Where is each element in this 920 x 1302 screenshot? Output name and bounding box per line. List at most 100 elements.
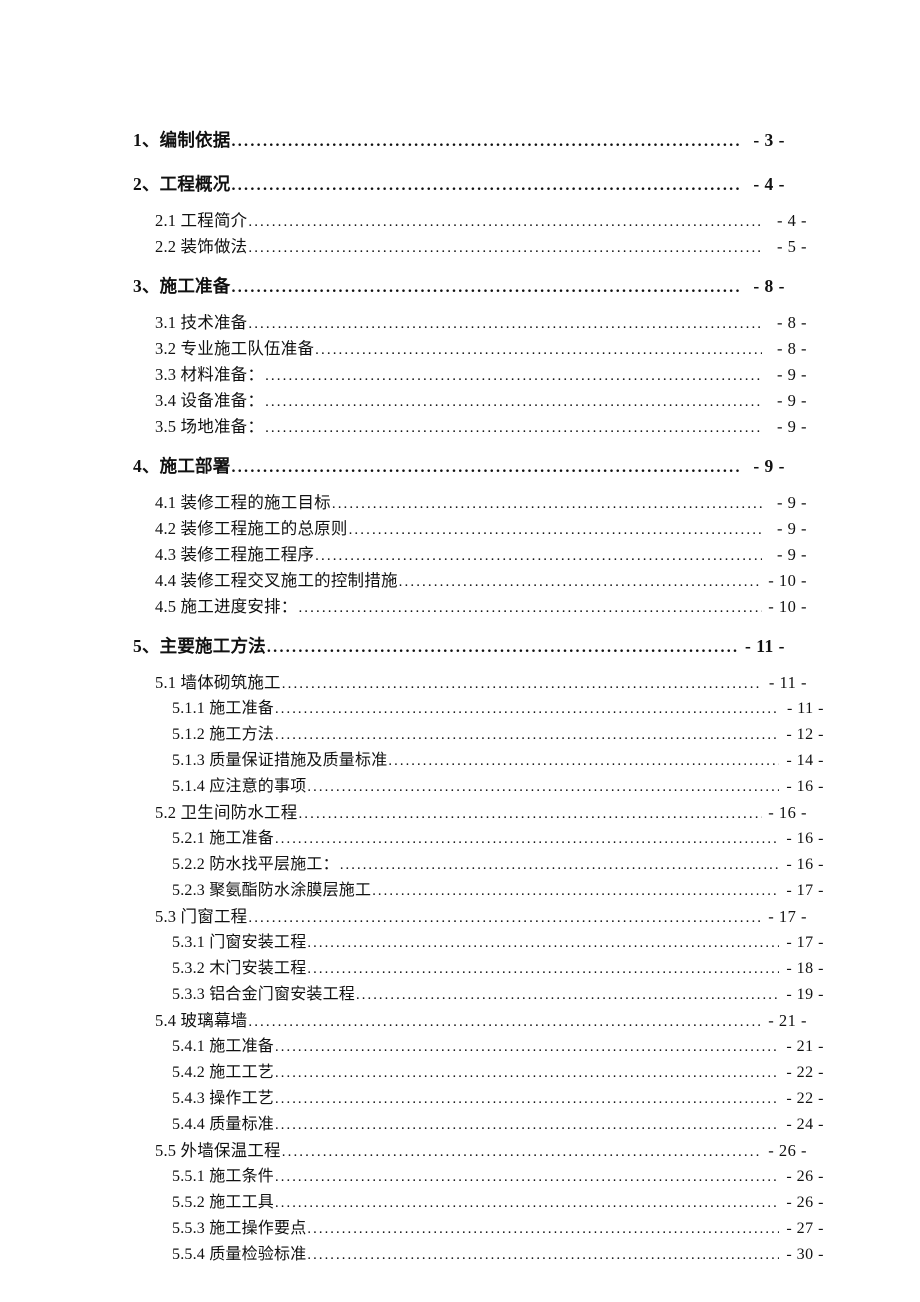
toc-entry-page-number: - 5 -: [777, 237, 807, 256]
toc-entry-page-number: - 18 -: [786, 960, 824, 977]
toc-entry-label: 5.1 墙体砌筑施工: [155, 673, 281, 692]
toc-entry[interactable]: 5.5 外墙保温工程 - 26 -: [155, 1138, 807, 1164]
toc-entry[interactable]: 5.2.1 施工准备 - 16 -: [172, 826, 824, 852]
toc-entry[interactable]: 4.1 装修工程的施工目标 - 9 -: [155, 490, 807, 516]
toc-entry[interactable]: 4.2 装修工程施工的总原则 - 9 -: [155, 516, 807, 542]
toc-entry-label: 5.2 卫生间防水工程: [155, 803, 298, 822]
document-page: 1、编制依据 - 3 - 2、工程概况 - 4 - 2.1 工程简介 - 4 - 2.2 装…: [0, 0, 920, 1302]
toc-entry-page-number: - 27 -: [786, 1220, 824, 1237]
toc-entry-page-number: - 9 -: [777, 545, 807, 564]
toc-leader-dots: [332, 497, 762, 512]
toc-entry[interactable]: 5.1.1 施工准备 - 11 -: [172, 696, 824, 722]
toc-leader-dots: [248, 317, 762, 332]
toc-leader-dots: [265, 369, 762, 384]
toc-leader-dots: [248, 241, 762, 256]
toc-entry[interactable]: 5.5.1 施工条件 - 26 -: [172, 1164, 824, 1190]
toc-entry-page-number: - 24 -: [786, 1116, 824, 1133]
toc-entry-page-number: - 8 -: [777, 313, 807, 332]
toc-entry[interactable]: 5.4.2 施工工艺 - 22 -: [172, 1060, 824, 1086]
toc-entry-label: 5.2.1 施工准备: [172, 830, 275, 847]
toc-entry-label: 3.1 技术准备: [155, 313, 248, 332]
table-of-contents: 1、编制依据 - 3 - 2、工程概况 - 4 - 2.1 工程简介 - 4 - 2.2 装…: [133, 122, 824, 1268]
toc-entry[interactable]: 4.5 施工进度安排： - 10 -: [155, 594, 807, 620]
toc-entry-label: 5.5.4 质量检验标准: [172, 1246, 307, 1263]
toc-leader-dots: [275, 1092, 779, 1107]
toc-entry-page-number: - 4 -: [777, 211, 807, 230]
toc-entry[interactable]: 5、主要施工方法 - 11 -: [133, 628, 785, 664]
toc-entry-label: 5.3 门窗工程: [155, 907, 248, 926]
toc-entry[interactable]: 5.5.2 施工工具 - 26 -: [172, 1190, 824, 1216]
toc-leader-dots: [248, 1015, 762, 1030]
toc-entry[interactable]: 5.1.2 施工方法 - 12 -: [172, 722, 824, 748]
toc-entry-page-number: - 16 -: [768, 803, 807, 822]
toc-entry[interactable]: 3.3 材料准备： - 9 -: [155, 362, 807, 388]
toc-entry-page-number: - 22 -: [786, 1090, 824, 1107]
toc-leader-dots: [267, 640, 740, 656]
toc-entry-label: 5.3.2 木门安装工程: [172, 960, 307, 977]
toc-entry-label: 5.5.1 施工条件: [172, 1168, 275, 1185]
toc-entry[interactable]: 5.5.4 质量检验标准 - 30 -: [172, 1242, 824, 1268]
toc-entry[interactable]: 5.1 墙体砌筑施工 - 11 -: [155, 670, 807, 696]
toc-entry[interactable]: 5.2 卫生间防水工程 - 16 -: [155, 800, 807, 826]
toc-entry[interactable]: 2.2 装饰做法 - 5 -: [155, 234, 807, 260]
toc-entry-label: 2、工程概况: [133, 174, 231, 194]
toc-entry-label: 5.4.3 操作工艺: [172, 1090, 275, 1107]
toc-entry[interactable]: 3、施工准备 - 8 -: [133, 268, 785, 304]
toc-leader-dots: [275, 1040, 779, 1055]
toc-entry[interactable]: 5.4.4 质量标准 - 24 -: [172, 1112, 824, 1138]
toc-entry[interactable]: 4.3 装修工程施工程序 - 9 -: [155, 542, 807, 568]
toc-entry-page-number: - 11 -: [786, 700, 824, 717]
toc-entry-label: 5.2.2 防水找平层施工：: [172, 856, 339, 873]
toc-entry-page-number: - 19 -: [786, 986, 824, 1003]
toc-entry[interactable]: 5.4.3 操作工艺 - 22 -: [172, 1086, 824, 1112]
toc-entry-page-number: - 16 -: [786, 830, 824, 847]
toc-leader-dots: [275, 832, 779, 847]
toc-entry-page-number: - 17 -: [768, 907, 807, 926]
toc-entry-label: 5.3.1 门窗安装工程: [172, 934, 307, 951]
toc-entry-label: 5.4.1 施工准备: [172, 1038, 275, 1055]
toc-entry[interactable]: 5.3.2 木门安装工程 - 18 -: [172, 956, 824, 982]
toc-entry-page-number: - 10 -: [768, 571, 807, 590]
toc-entry-label: 3.3 材料准备：: [155, 365, 265, 384]
toc-entry-page-number: - 9 -: [777, 365, 807, 384]
toc-entry[interactable]: 5.3 门窗工程 - 17 -: [155, 904, 807, 930]
toc-entry-page-number: - 26 -: [786, 1194, 824, 1211]
toc-leader-dots: [275, 1196, 779, 1211]
toc-entry-label: 5.1.3 质量保证措施及质量标准: [172, 752, 388, 769]
toc-entry-label: 4.2 装修工程施工的总原则: [155, 519, 348, 538]
toc-entry[interactable]: 3.5 场地准备： - 9 -: [155, 414, 807, 440]
toc-entry[interactable]: 5.3.3 铝合金门窗安装工程 - 19 -: [172, 982, 824, 1008]
toc-entry-page-number: - 12 -: [786, 726, 824, 743]
toc-entry[interactable]: 5.2.2 防水找平层施工： - 16 -: [172, 852, 824, 878]
toc-entry-label: 5.2.3 聚氨酯防水涂膜层施工: [172, 882, 372, 899]
toc-entry-page-number: - 17 -: [786, 882, 824, 899]
toc-entry-label: 4.3 装修工程施工程序: [155, 545, 315, 564]
toc-entry[interactable]: 5.5.3 施工操作要点 - 27 -: [172, 1216, 824, 1242]
toc-entry[interactable]: 4.4 装修工程交叉施工的控制措施 - 10 -: [155, 568, 807, 594]
toc-leader-dots: [349, 523, 762, 538]
toc-entry-label: 5.5 外墙保温工程: [155, 1141, 281, 1160]
toc-leader-dots: [265, 395, 762, 410]
toc-entry[interactable]: 5.3.1 门窗安装工程 - 17 -: [172, 930, 824, 956]
toc-entry[interactable]: 3.1 技术准备 - 8 -: [155, 310, 807, 336]
toc-entry-label: 5.5.2 施工工具: [172, 1194, 275, 1211]
toc-entry[interactable]: 5.4 玻璃幕墙 - 21 -: [155, 1008, 807, 1034]
toc-entry[interactable]: 5.1.3 质量保证措施及质量标准 - 14 -: [172, 748, 824, 774]
toc-entry[interactable]: 2.1 工程简介 - 4 -: [155, 208, 807, 234]
toc-entry-page-number: - 21 -: [786, 1038, 824, 1055]
toc-entry-label: 4.5 施工进度安排：: [155, 597, 298, 616]
toc-leader-dots: [340, 858, 779, 873]
toc-entry[interactable]: 3.2 专业施工队伍准备 - 8 -: [155, 336, 807, 362]
toc-leader-dots: [372, 884, 779, 899]
toc-entry-page-number: - 3 -: [753, 130, 785, 150]
toc-leader-dots: [356, 988, 779, 1003]
toc-leader-dots: [388, 754, 779, 769]
toc-entry-label: 5.4.4 质量标准: [172, 1116, 275, 1133]
toc-entry[interactable]: 1、编制依据 - 3 -: [133, 122, 785, 158]
toc-entry[interactable]: 5.2.3 聚氨酯防水涂膜层施工 - 17 -: [172, 878, 824, 904]
toc-entry[interactable]: 5.4.1 施工准备 - 21 -: [172, 1034, 824, 1060]
toc-entry[interactable]: 3.4 设备准备： - 9 -: [155, 388, 807, 414]
toc-entry[interactable]: 4、施工部署 - 9 -: [133, 448, 785, 484]
toc-entry[interactable]: 5.1.4 应注意的事项 - 16 -: [172, 774, 824, 800]
toc-entry[interactable]: 2、工程概况 - 4 -: [133, 166, 785, 202]
